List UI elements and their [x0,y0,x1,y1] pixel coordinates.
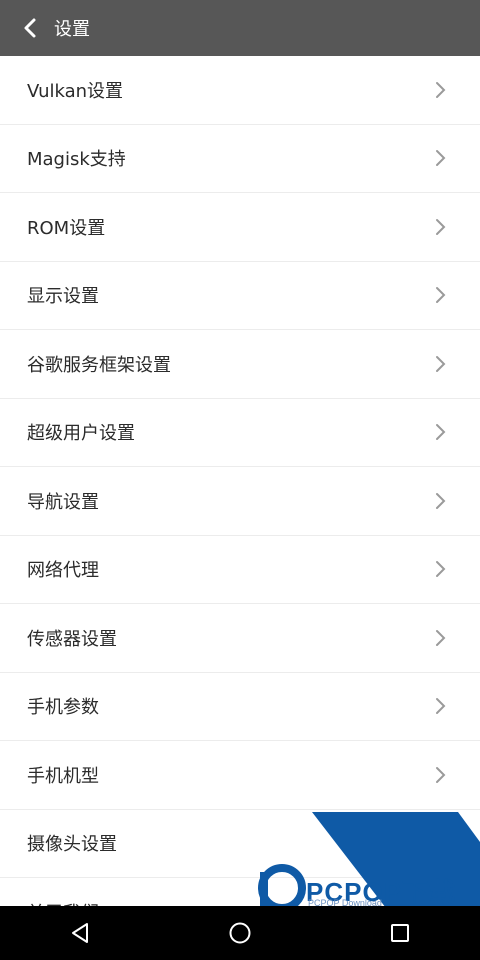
settings-item-label: 传感器设置 [27,628,117,650]
settings-item-label: 网络代理 [27,560,99,582]
chevron-right-icon [436,287,446,304]
chevron-right-icon [436,698,446,715]
settings-item-label: 导航设置 [27,491,99,513]
chevron-right-icon [436,81,446,98]
circle-home-icon [229,922,251,944]
settings-list: Vulkan设置 Magisk支持 ROM设置 显示设置 谷歌服务框架设置 超级… [0,56,480,947]
settings-item-label: 显示设置 [27,286,99,308]
settings-item-phone-model[interactable]: 手机机型 [0,741,480,810]
settings-item-navigation[interactable]: 导航设置 [0,467,480,536]
chevron-right-icon [436,835,446,852]
chevron-right-icon [436,355,446,372]
chevron-right-icon [436,492,446,509]
nav-back-button[interactable] [35,906,125,960]
nav-recents-button[interactable] [355,906,445,960]
settings-item-vulkan[interactable]: Vulkan设置 [0,56,480,125]
settings-item-label: Magisk支持 [27,149,126,171]
settings-item-camera[interactable]: 摄像头设置 [0,809,480,878]
settings-item-label: ROM设置 [27,217,106,239]
chevron-right-icon [436,629,446,646]
square-recents-icon [391,924,409,942]
settings-item-superuser[interactable]: 超级用户设置 [0,398,480,467]
settings-item-rom[interactable]: ROM设置 [0,193,480,262]
triangle-back-icon [72,923,88,943]
page-title: 设置 [54,19,90,40]
back-button[interactable] [8,0,52,56]
settings-item-sensors[interactable]: 传感器设置 [0,604,480,673]
settings-item-label: 手机机型 [27,765,99,787]
app-bar: 设置 [0,0,480,56]
chevron-right-icon [436,424,446,441]
settings-item-label: 手机参数 [27,697,99,719]
settings-item-network-proxy[interactable]: 网络代理 [0,535,480,604]
chevron-right-icon [436,766,446,783]
settings-item-label: 超级用户设置 [27,423,135,445]
settings-item-phone-params[interactable]: 手机参数 [0,672,480,741]
chevron-right-icon [436,561,446,578]
system-nav-bar [0,906,480,960]
settings-item-google-services[interactable]: 谷歌服务框架设置 [0,330,480,399]
nav-home-button[interactable] [195,906,285,960]
settings-item-magisk[interactable]: Magisk支持 [0,124,480,193]
settings-item-label: 谷歌服务框架设置 [27,354,171,376]
settings-item-display[interactable]: 显示设置 [0,261,480,330]
chevron-right-icon [436,218,446,235]
settings-item-label: Vulkan设置 [27,80,124,102]
settings-item-label: 摄像头设置 [27,834,117,856]
chevron-right-icon [436,150,446,167]
chevron-left-icon [24,18,36,38]
